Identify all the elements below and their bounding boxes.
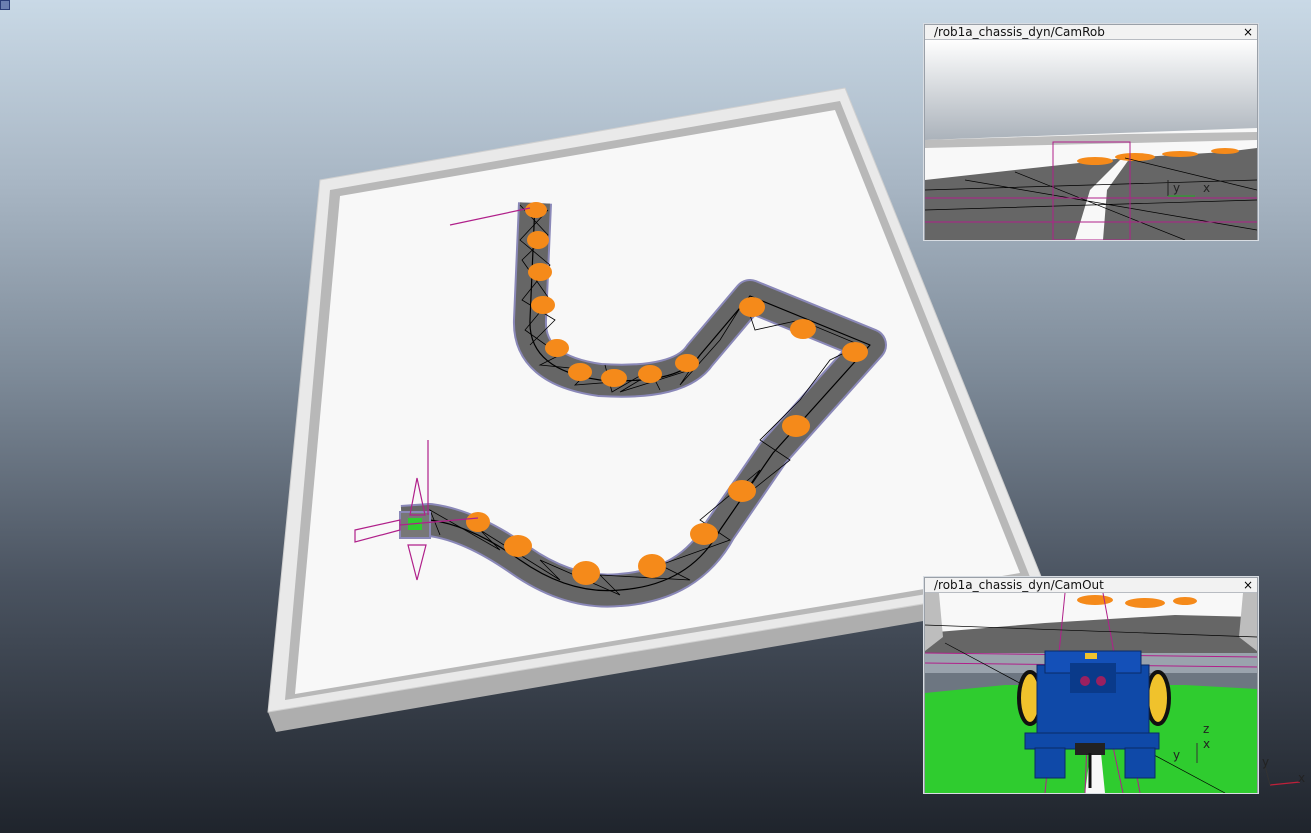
camout-close-button[interactable]: × (1243, 578, 1253, 592)
camrob-window[interactable]: /rob1a_chassis_dyn/CamRob × y x (924, 24, 1258, 240)
camrob-view: y x (925, 40, 1257, 240)
camrob-axis-x: x (1203, 181, 1210, 195)
camout-window[interactable]: /rob1a_chassis_dyn/CamOut × z x y (924, 577, 1258, 793)
camout-axis-z: z (1203, 722, 1209, 736)
camout-title: /rob1a_chassis_dyn/CamOut (934, 578, 1104, 592)
camrob-title: /rob1a_chassis_dyn/CamRob (934, 25, 1105, 39)
camout-axis-y: y (1173, 748, 1180, 762)
camrob-axis-y: y (1173, 181, 1180, 195)
world-axes: y x (1262, 755, 1305, 786)
camout-axis-x: x (1203, 737, 1210, 751)
world-axis-y: y (1262, 755, 1269, 769)
world-axis-x: x (1298, 771, 1305, 785)
camrob-titlebar[interactable]: /rob1a_chassis_dyn/CamRob × (925, 25, 1257, 40)
camrob-close-button[interactable]: × (1243, 25, 1253, 39)
camout-view: z x y (925, 593, 1257, 793)
camout-titlebar[interactable]: /rob1a_chassis_dyn/CamOut × (925, 578, 1257, 593)
